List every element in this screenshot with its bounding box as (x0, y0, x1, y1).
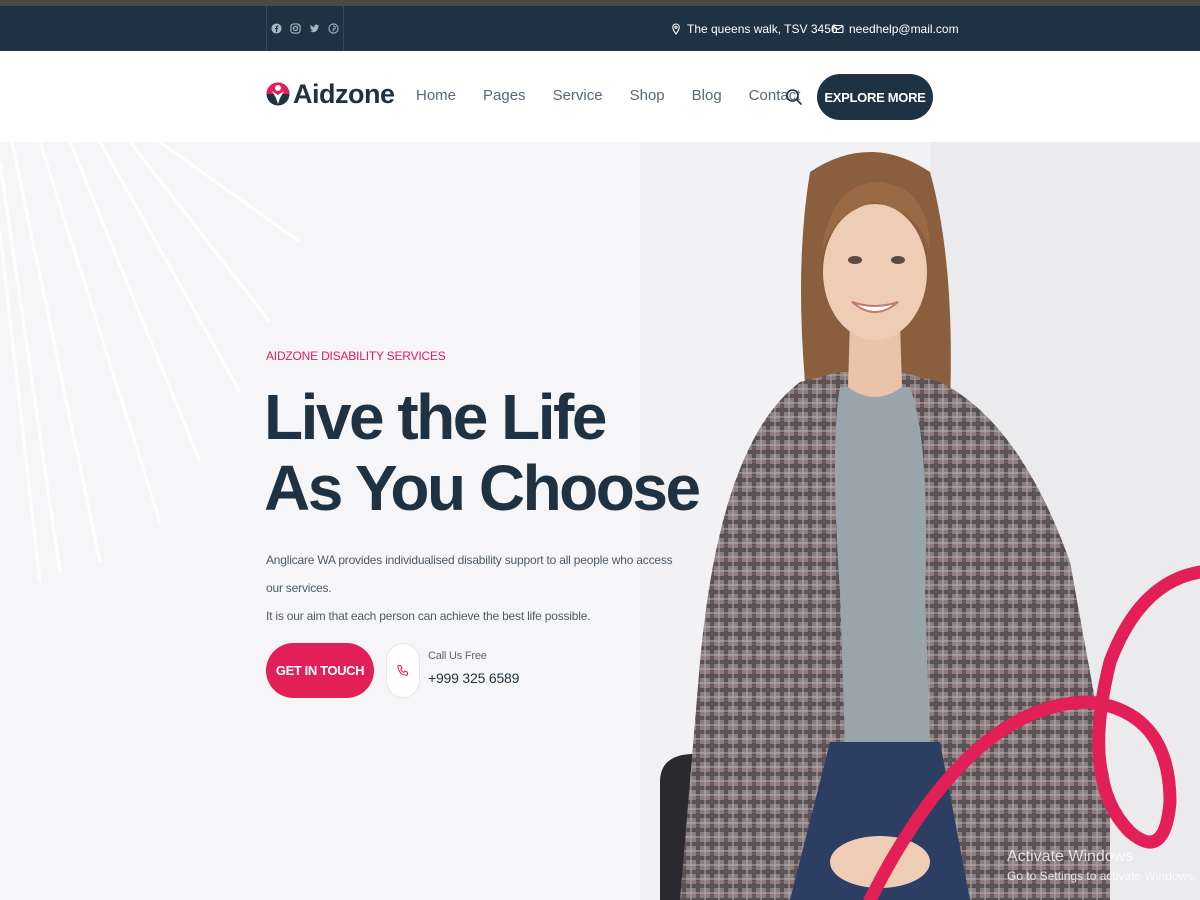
nav-blog[interactable]: Blog (692, 87, 722, 104)
background-rays (0, 142, 301, 583)
hero-section: AIDZONE DISABILITY SERVICES Live the Lif… (0, 142, 1200, 900)
map-pin-icon (672, 22, 680, 35)
email-text[interactable]: needhelp@mail.com (849, 22, 959, 36)
hero-title-line-2: As You Choose (264, 452, 701, 524)
activate-windows-watermark: Activate Windows Go to Settings to activ… (1007, 848, 1196, 883)
call-number[interactable]: +999 325 6589 (428, 670, 519, 686)
hero-title-line-1: Live the Life (264, 381, 607, 453)
hero-person-image (640, 142, 1200, 900)
phone-icon[interactable] (386, 643, 420, 698)
instagram-icon[interactable] (286, 6, 305, 51)
envelope-icon (832, 24, 844, 33)
main-nav: Home Pages Service Shop Blog Contact (416, 87, 827, 104)
hero-description-line-1: Anglicare WA provides individualised dis… (266, 553, 673, 595)
facebook-icon[interactable] (267, 6, 286, 51)
get-in-touch-button[interactable]: GET IN TOUCH (266, 643, 374, 698)
main-header: Aidzone Home Pages Service Shop Blog Con… (0, 51, 1200, 142)
address-text: The queens walk, TSV 3456 (687, 21, 838, 36)
nav-home[interactable]: Home (416, 87, 456, 104)
hero-eyebrow: AIDZONE DISABILITY SERVICES (266, 349, 446, 363)
explore-more-button[interactable]: EXPLORE MORE (817, 74, 933, 120)
logo[interactable]: Aidzone (266, 76, 395, 112)
search-icon[interactable] (785, 88, 803, 106)
nav-pages[interactable]: Pages (483, 87, 526, 104)
watermark-subtitle: Go to Settings to activate Windows. (1007, 869, 1197, 883)
hero-description-line-2: It is our aim that each person can achie… (266, 609, 591, 623)
logo-icon (266, 76, 290, 112)
hero-title: Live the Life As You Choose (264, 381, 701, 524)
nav-shop[interactable]: Shop (630, 87, 665, 104)
social-links (266, 6, 344, 51)
nav-service[interactable]: Service (553, 87, 603, 104)
twitter-icon[interactable] (305, 6, 324, 51)
watermark-title: Activate Windows (1007, 848, 1134, 865)
hero-description: Anglicare WA provides individualised dis… (266, 546, 686, 630)
address-info: The queens walk, TSV 3456 (670, 6, 838, 51)
top-bar: The queens walk, TSV 3456 needhelp@mail.… (0, 6, 1200, 51)
call-label: Call Us Free (428, 650, 487, 662)
email-info[interactable]: needhelp@mail.com (832, 6, 959, 51)
pinterest-icon[interactable] (324, 6, 343, 51)
logo-text: Aidzone (293, 78, 395, 109)
